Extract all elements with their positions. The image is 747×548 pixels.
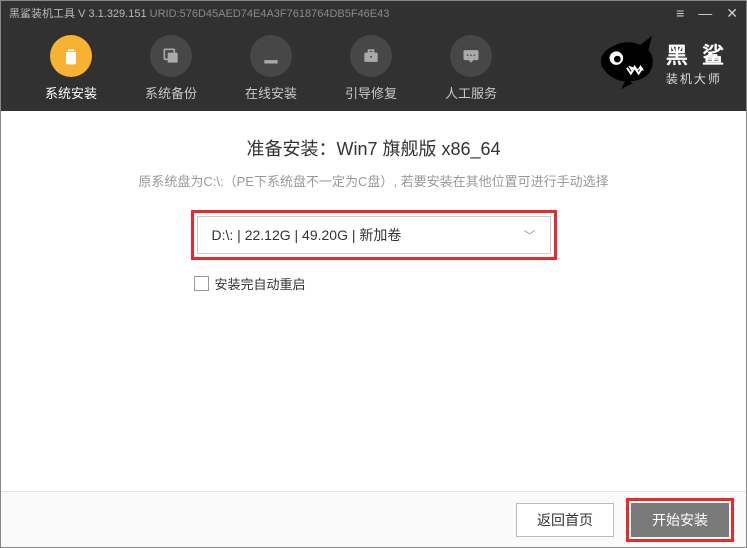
toolbox-icon xyxy=(350,35,392,77)
chevron-down-icon: ﹀ xyxy=(523,227,535,244)
start-button-highlight: 开始安装 xyxy=(626,498,734,542)
tab-boot-repair[interactable]: 引导修复 xyxy=(321,35,421,102)
tab-label: 人工服务 xyxy=(421,83,521,102)
toolbar: 系统安装 系统备份 在线安装 引导修复 人工服务 xyxy=(1,25,746,111)
tab-online-install[interactable]: 在线安装 xyxy=(221,35,321,102)
start-install-button[interactable]: 开始安装 xyxy=(631,503,729,537)
logo-title: 黑 鲨 xyxy=(666,38,728,70)
footer: 返回首页 开始安装 xyxy=(1,491,746,547)
version: 3.1.329.151 xyxy=(88,8,146,20)
tab-system-backup[interactable]: 系统备份 xyxy=(121,35,221,102)
drive-select-highlight: D:\: | 22.12G | 49.20G | 新加卷 ﹀ xyxy=(191,210,557,260)
back-button[interactable]: 返回首页 xyxy=(516,503,614,537)
back-button-label: 返回首页 xyxy=(537,510,593,530)
prepare-target: Win7 旗舰版 x86_64 xyxy=(336,139,500,159)
minimize-icon[interactable]: — xyxy=(698,6,712,20)
brand-logo: 黑 鲨 装机大师 xyxy=(592,33,728,91)
chat-icon xyxy=(450,35,492,77)
prepare-prefix: 准备安装： xyxy=(246,139,336,159)
logo-subtitle: 装机大师 xyxy=(666,70,728,87)
start-button-label: 开始安装 xyxy=(652,510,708,530)
tab-label: 引导修复 xyxy=(321,83,421,102)
window-controls: ≡ — ✕ xyxy=(676,6,738,20)
auto-restart-label: 安装完自动重启 xyxy=(215,274,306,293)
version-prefix: V xyxy=(78,8,85,20)
note-text: 原系统盘为C:\:（PE下系统盘不一定为C盘）, 若要安装在其他位置可进行手动选… xyxy=(1,171,746,190)
auto-restart-checkbox[interactable] xyxy=(194,276,209,291)
app-name: 黑鲨装机工具 xyxy=(9,8,75,20)
menu-icon[interactable]: ≡ xyxy=(676,6,684,20)
prepare-heading: 准备安装：Win7 旗舰版 x86_64 xyxy=(1,135,746,161)
urid-value: 576D45AED74E4A3F7618764DB5F46E43 xyxy=(180,8,390,20)
close-icon[interactable]: ✕ xyxy=(726,6,738,20)
drive-select-value: D:\: | 22.12G | 49.20G | 新加卷 xyxy=(212,225,402,245)
titlebar: 黑鲨装机工具 V 3.1.329.151 URID:576D45AED74E4A… xyxy=(1,1,746,25)
shark-icon xyxy=(592,33,660,91)
download-icon xyxy=(250,35,292,77)
tab-system-install[interactable]: 系统安装 xyxy=(21,35,121,102)
titlebar-text: 黑鲨装机工具 V 3.1.329.151 URID:576D45AED74E4A… xyxy=(9,5,389,21)
tab-manual-service[interactable]: 人工服务 xyxy=(421,35,521,102)
urid-label: URID: xyxy=(150,8,180,20)
tab-label: 在线安装 xyxy=(221,83,321,102)
main-content: 准备安装：Win7 旗舰版 x86_64 原系统盘为C:\:（PE下系统盘不一定… xyxy=(1,111,746,293)
tab-label: 系统备份 xyxy=(121,83,221,102)
trash-icon xyxy=(50,35,92,77)
copy-icon xyxy=(150,35,192,77)
tab-label: 系统安装 xyxy=(21,83,121,102)
drive-select[interactable]: D:\: | 22.12G | 49.20G | 新加卷 ﹀ xyxy=(197,216,551,254)
